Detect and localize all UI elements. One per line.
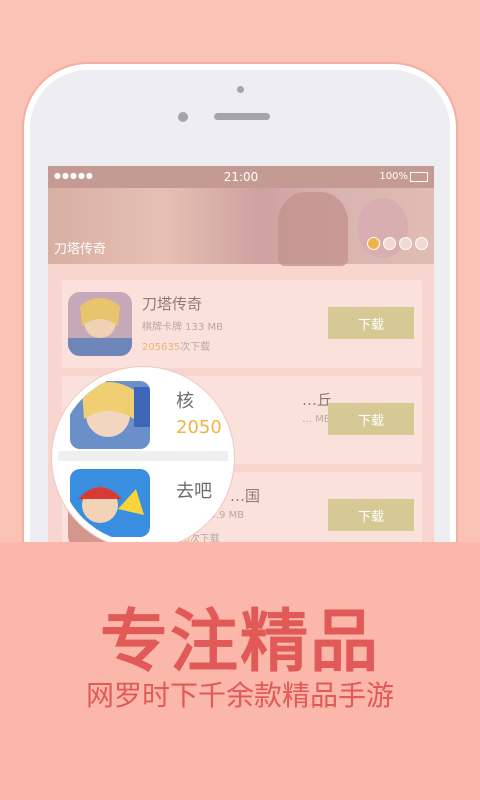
carousel-dot[interactable]	[399, 237, 412, 250]
download-button[interactable]: 下载	[328, 403, 414, 435]
app-icon	[70, 469, 150, 537]
battery-icon	[410, 172, 428, 182]
promo-subline: 网罗时下千余款精品手游	[85, 679, 394, 712]
carousel-dots[interactable]	[367, 237, 428, 250]
carousel-dot-active[interactable]	[367, 237, 380, 250]
status-time: 21:00	[223, 170, 259, 184]
banner-title: 刀塔传奇	[54, 242, 107, 257]
app-name: 刀塔传奇	[142, 295, 203, 313]
promo-headline: 专注精品	[99, 603, 380, 682]
earpiece-speaker	[214, 113, 270, 120]
app-name: …国	[230, 487, 261, 505]
banner-artwork	[278, 192, 348, 266]
magnifier-callout: 核 2050 去吧	[52, 367, 234, 549]
front-sensor	[237, 86, 244, 93]
magnified-download-count: 2050	[176, 417, 222, 438]
magnified-item: 去吧	[70, 465, 220, 537]
app-icon	[68, 292, 132, 356]
carousel-dot[interactable]	[383, 237, 396, 250]
app-meta: … MB	[302, 414, 331, 425]
download-button[interactable]: 下载	[328, 499, 414, 531]
magnified-app-name: 核	[176, 391, 194, 412]
app-list-item[interactable]: 刀塔传奇 棋牌卡牌 133 MB 205635次下载 下载	[62, 280, 422, 368]
download-count: 205635次下载	[142, 342, 211, 353]
magnified-item: 核 2050	[70, 381, 222, 453]
app-icon	[70, 381, 150, 449]
carousel-dot[interactable]	[415, 237, 428, 250]
front-camera	[178, 112, 188, 122]
status-bar: ●●●●● 21:00 100%	[48, 166, 434, 188]
download-button[interactable]: 下载	[328, 307, 414, 339]
battery-percent: 100%	[379, 171, 408, 182]
divider	[58, 451, 228, 461]
magnified-app-name: 去吧	[176, 481, 212, 502]
app-meta: 棋牌卡牌 133 MB	[142, 322, 223, 333]
